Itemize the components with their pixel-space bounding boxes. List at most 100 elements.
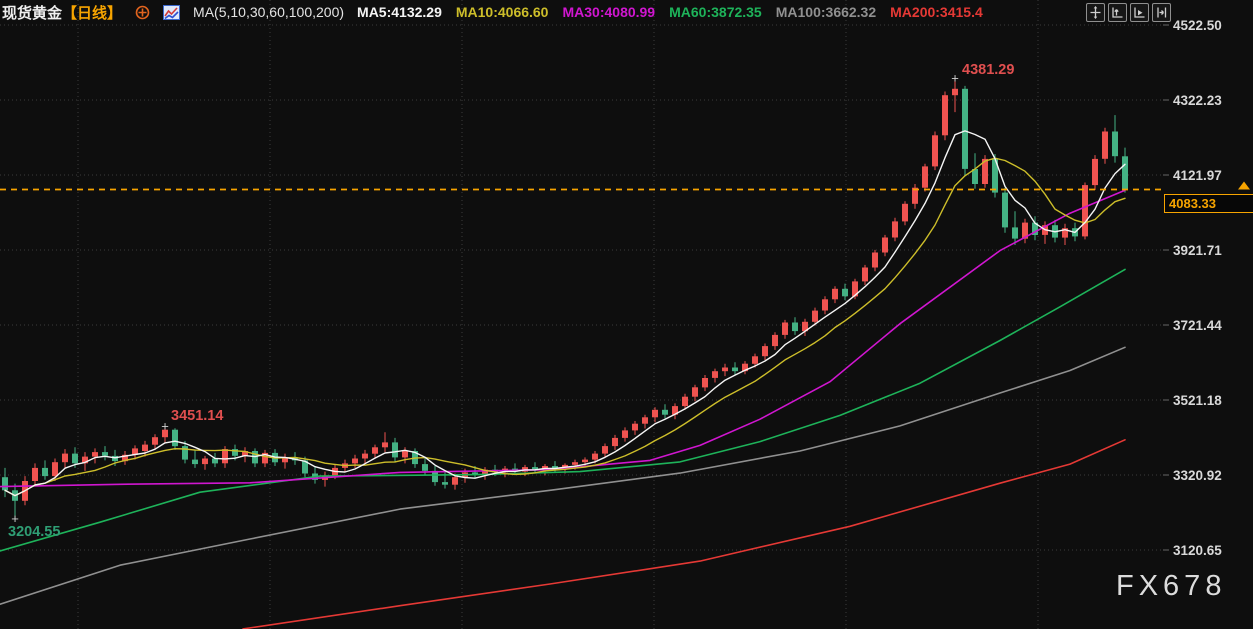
candle-body	[952, 89, 958, 95]
y-axis-label: 4121.97	[1173, 168, 1222, 183]
scale-price-right-icon[interactable]	[1130, 3, 1149, 22]
candle-body	[652, 410, 658, 418]
y-axis-label: 4522.50	[1173, 18, 1222, 33]
candle-body	[152, 437, 158, 445]
candle-body	[812, 311, 818, 322]
chart-toolbar	[1086, 3, 1171, 22]
candle-body	[102, 452, 108, 456]
candle-body	[902, 204, 908, 222]
price-annotation: 3204.55	[8, 524, 60, 540]
candle-body	[172, 430, 178, 447]
candle-body	[182, 446, 188, 460]
candle-body	[942, 95, 948, 135]
candle-body	[1112, 132, 1118, 157]
y-axis-label: 3521.18	[1173, 393, 1222, 408]
candle-body	[692, 387, 698, 396]
candle-body	[702, 378, 708, 387]
symbol-name: 现货黄金	[2, 5, 62, 22]
candle-body	[682, 397, 688, 406]
legend-ma60: MA60:3872.35	[669, 4, 762, 20]
y-axis-label: 3921.71	[1173, 243, 1222, 258]
candle-body	[72, 454, 78, 464]
swing-marker-icon: +	[11, 511, 19, 526]
candle-body	[752, 356, 758, 364]
candle-body	[1092, 159, 1098, 185]
trading-chart-window: 4381.29+3451.14+3204.55+4522.504322.2341…	[0, 0, 1253, 629]
candle-body	[382, 442, 388, 447]
ma-line-ma200	[243, 440, 1125, 629]
y-axis-label: 3120.65	[1173, 543, 1222, 558]
candle-body	[642, 417, 648, 423]
candle-body	[782, 323, 788, 335]
y-axis-label: 4322.23	[1173, 93, 1222, 108]
candle-body	[1002, 193, 1008, 228]
candle-body	[222, 449, 228, 463]
candle-body	[1102, 132, 1108, 159]
candle-body	[612, 438, 618, 446]
candle-body	[872, 253, 878, 268]
ma-group-label: MA(5,10,30,60,100,200)	[193, 4, 344, 20]
candle-body	[792, 323, 798, 332]
swing-marker-icon: +	[161, 419, 169, 434]
current-price-label[interactable]: 4083.33	[1164, 194, 1253, 213]
candle-body	[352, 459, 358, 464]
candle-body	[572, 462, 578, 465]
candle-body	[62, 454, 68, 463]
chart-svg[interactable]: 4381.29+3451.14+3204.55+4522.504322.2341…	[0, 0, 1253, 629]
candle-body	[932, 135, 938, 166]
legend-ma100: MA100:3662.32	[776, 4, 876, 20]
swing-marker-icon: +	[951, 70, 959, 85]
price-annotation: 4381.29	[962, 62, 1014, 78]
candle-body	[892, 221, 898, 237]
legend-ma5: MA5:4132.29	[357, 4, 442, 20]
candle-body	[882, 238, 888, 253]
candle-body	[772, 335, 778, 346]
candle-body	[862, 268, 868, 282]
candle-body	[1122, 156, 1128, 189]
candle-body	[832, 289, 838, 300]
candle-body	[112, 456, 118, 461]
chart-legend: 现货黄金【日线】 MA(5,10,30,60,100,200) MA5:4132…	[2, 2, 983, 22]
price-annotation: 3451.14	[171, 408, 223, 424]
watermark: FX678	[1116, 570, 1226, 603]
y-axis-label: 3721.44	[1173, 318, 1222, 333]
candle-body	[372, 447, 378, 453]
pan-crosshair-icon[interactable]	[1086, 3, 1105, 22]
candle-body	[822, 299, 828, 310]
candle-body	[662, 410, 668, 415]
candle-body	[582, 460, 588, 463]
candle-body	[422, 464, 428, 471]
candle-body	[622, 430, 628, 438]
candle-body	[1082, 185, 1088, 236]
candle-body	[732, 368, 738, 372]
candle-body	[92, 452, 98, 457]
ma-line-ma5	[5, 131, 1125, 496]
legend-ma200: MA200:3415.4	[890, 4, 983, 20]
candle-body	[402, 451, 408, 457]
chart-type-icon[interactable]	[163, 5, 180, 20]
candle-body	[842, 289, 848, 297]
candle-body	[1012, 227, 1018, 238]
candle-body	[42, 468, 48, 476]
candle-body	[762, 346, 768, 356]
candle-body	[392, 442, 398, 457]
candle-body	[602, 446, 608, 454]
candle-body	[922, 166, 928, 187]
candle-body	[712, 371, 718, 378]
period-label: 【日线】	[62, 5, 122, 22]
candle-body	[452, 477, 458, 485]
price-marker-arrow-icon	[1238, 181, 1250, 189]
candle-body	[212, 459, 218, 464]
ma-line-ma60	[0, 269, 1125, 551]
y-axis-label: 3320.92	[1173, 468, 1222, 483]
add-compare-icon[interactable]	[135, 5, 150, 20]
candle-body	[362, 454, 368, 459]
legend-ma10: MA10:4066.60	[456, 4, 549, 20]
candle-body	[52, 462, 58, 476]
candle-body	[722, 368, 728, 372]
scale-price-left-icon[interactable]	[1108, 3, 1127, 22]
go-to-latest-icon[interactable]	[1152, 3, 1171, 22]
candle-body	[142, 445, 148, 451]
candle-body	[32, 468, 38, 481]
candle-body	[592, 454, 598, 460]
